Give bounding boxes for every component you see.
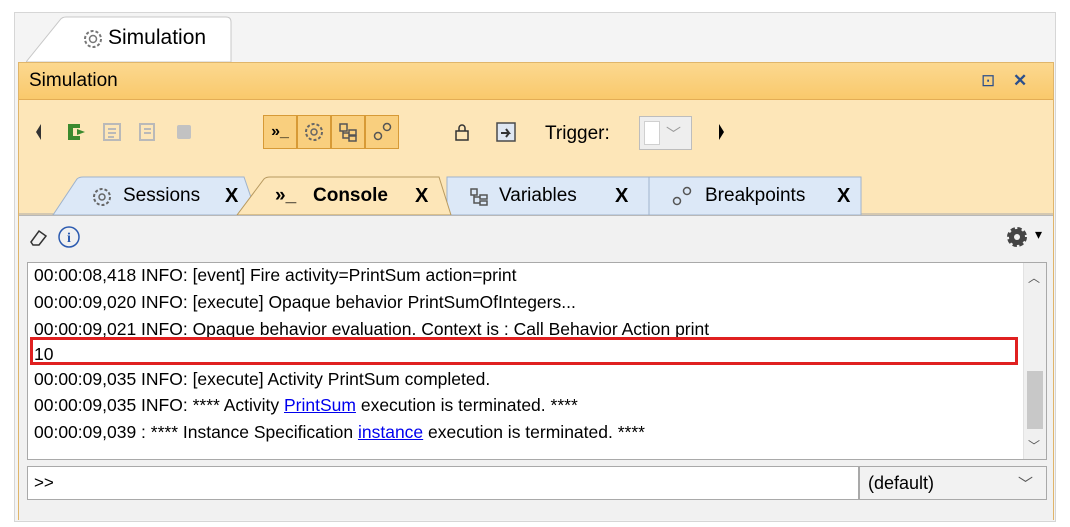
tab-console[interactable]: »_ Console X (265, 177, 445, 215)
command-value: >> (34, 473, 54, 492)
chevron-down-icon: ﹀ (1018, 476, 1034, 493)
start-icon[interactable] (59, 115, 93, 149)
tab-label: Variables (499, 185, 577, 206)
console-log: 00:00:08,418 INFO: [event] Fire activity… (27, 262, 1047, 460)
tab-sessions[interactable]: Sessions X (77, 177, 247, 215)
export-icon[interactable] (489, 115, 523, 149)
lock-icon[interactable] (445, 115, 479, 149)
close-tab-icon[interactable]: X (615, 185, 628, 208)
restore-icon[interactable]: ⊡ (981, 71, 995, 91)
close-tab-icon[interactable]: X (837, 185, 850, 208)
tab-variables[interactable]: Variables X (459, 177, 645, 215)
console-prompt-icon: »_ (275, 185, 297, 206)
gear-icon (93, 188, 111, 206)
trigger-dropdown[interactable]: ﹀ (639, 116, 692, 150)
log-text: 00:00:09,035 INFO: **** Activity (34, 395, 284, 415)
scroll-down-icon[interactable]: ﹀ (1028, 437, 1040, 454)
info-icon[interactable]: i (57, 225, 81, 249)
scrollbar-thumb[interactable] (1027, 371, 1043, 429)
close-tab-icon[interactable]: X (225, 185, 238, 208)
scroll-up-icon[interactable]: ︿ (1028, 269, 1040, 286)
tab-breakpoints[interactable]: Breakpoints X (659, 177, 859, 215)
log-line: 00:00:08,418 INFO: [event] Fire activity… (34, 265, 517, 285)
close-icon[interactable]: ✕ (1013, 71, 1027, 91)
settings-gear-icon[interactable] (1005, 224, 1031, 250)
gear-icon (84, 30, 102, 48)
log-line: 00:00:09,035 INFO: [execute] Activity Pr… (34, 369, 491, 389)
chevron-down-icon: ﹀ (666, 126, 682, 143)
tab-simulation-window[interactable]: Simulation (26, 16, 232, 62)
log-line: 00:00:09,039 : **** Instance Specificati… (34, 422, 645, 443)
stop-icon[interactable] (167, 115, 201, 149)
trigger-label: Trigger: (545, 123, 610, 144)
log-scrollbar[interactable]: ︿ ﹀ (1023, 263, 1046, 459)
console-toolbar: i ▾ (19, 216, 1053, 260)
simulation-panel: Simulation ⊡ ✕ »_ Trigger: ﹀ Sessions X … (18, 62, 1054, 520)
console-content: i ▾ 00:00:08,418 INFO: [event] Fire acti… (19, 215, 1053, 520)
breakpoints-icon (672, 186, 692, 206)
log-line: 00:00:09,035 INFO: **** Activity PrintSu… (34, 395, 578, 416)
printsum-link[interactable]: PrintSum (284, 395, 356, 415)
eraser-icon[interactable] (27, 226, 51, 250)
trigger-value (644, 121, 660, 145)
tab-label: Console (313, 185, 388, 206)
tab-label: Breakpoints (705, 185, 806, 206)
context-dropdown[interactable]: (default) ﹀ (859, 466, 1047, 500)
command-input[interactable]: >> (27, 466, 859, 500)
instance-link[interactable]: instance (358, 422, 423, 442)
console-toggle-icon[interactable]: »_ (263, 115, 297, 149)
scroll-left-icon[interactable] (21, 115, 55, 149)
highlight-box (30, 337, 1018, 365)
chevron-down-icon[interactable]: ▾ (1035, 226, 1042, 243)
variables-toggle-icon[interactable] (331, 115, 365, 149)
log-text: execution is terminated. **** (423, 422, 645, 442)
dropdown-value: (default) (868, 473, 935, 493)
step-into-icon[interactable] (95, 115, 129, 149)
panel-title: Simulation (29, 70, 118, 91)
step-over-icon[interactable] (131, 115, 165, 149)
variables-icon (470, 188, 488, 206)
tab-label: Simulation (108, 26, 207, 49)
console-tabs: Sessions X »_ Console X Variables X Brea… (19, 171, 1053, 215)
sessions-toggle-icon[interactable] (297, 115, 331, 149)
log-text: execution is terminated. **** (355, 395, 578, 415)
svg-text:i: i (67, 231, 71, 246)
panel-titlebar: Simulation ⊡ ✕ (19, 63, 1053, 100)
log-line: 00:00:09,020 INFO: [execute] Opaque beha… (34, 292, 576, 312)
log-text: 00:00:09,039 : **** Instance Specificati… (34, 422, 358, 442)
tab-label: Sessions (123, 185, 201, 206)
close-tab-icon[interactable]: X (415, 185, 428, 208)
scroll-right-icon[interactable] (705, 115, 739, 149)
breakpoints-toggle-icon[interactable] (365, 115, 399, 149)
